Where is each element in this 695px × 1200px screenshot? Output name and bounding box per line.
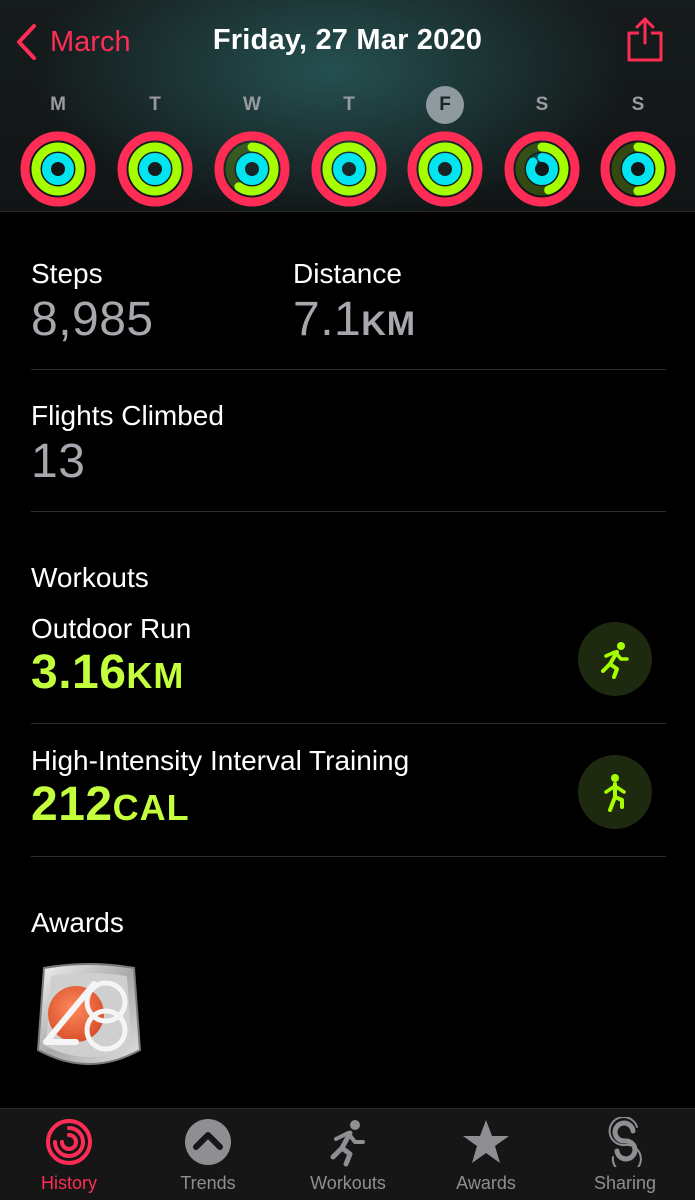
tab-label: Awards <box>456 1173 516 1193</box>
steps-stat: Steps 8,985 <box>31 258 154 347</box>
tab-sharing[interactable]: Sharing <box>570 1117 680 1194</box>
activity-rings-icon <box>600 131 676 207</box>
tab-label: Workouts <box>310 1173 386 1193</box>
share-icon[interactable] <box>625 16 665 62</box>
workout-item[interactable]: Outdoor Run 3.16KM <box>31 613 191 700</box>
day-3[interactable]: T <box>310 86 388 208</box>
activity-rings-icon <box>117 131 193 207</box>
activity-rings-icon <box>214 131 290 207</box>
divider <box>31 856 666 857</box>
stand-ring <box>429 153 461 185</box>
flights-stat: Flights Climbed 13 <box>31 400 224 489</box>
header: March Friday, 27 Mar 2020 MTWTFSS <box>0 0 695 212</box>
distance-number: 7.1 <box>293 293 362 346</box>
day-letter: S <box>535 94 549 115</box>
distance-value: 7.1KM <box>293 292 416 347</box>
day-5[interactable]: S <box>503 86 581 208</box>
workout-name: High-Intensity Interval Training <box>31 745 410 776</box>
page-title: Friday, 27 Mar 2020 <box>212 24 483 56</box>
week-selector: MTWTFSS <box>0 86 695 210</box>
workout-item[interactable]: High-Intensity Interval Training 212CAL <box>31 745 409 832</box>
sharing-icon <box>608 1117 642 1167</box>
stand-ring <box>139 153 171 185</box>
distance-label: Distance <box>293 258 402 289</box>
stand-ring <box>42 153 74 185</box>
day-6[interactable]: S <box>599 86 677 208</box>
workouts-icon <box>330 1120 365 1167</box>
day-letter: T <box>149 94 161 115</box>
activity-rings-icon <box>311 131 387 207</box>
trends-icon <box>185 1119 231 1165</box>
tab-label: History <box>40 1173 97 1193</box>
tab-trends[interactable]: Trends <box>153 1117 263 1194</box>
day-letter: M <box>50 94 66 115</box>
history-icon <box>46 1119 92 1165</box>
running-icon <box>578 622 652 696</box>
workout-unit: CAL <box>112 787 190 828</box>
day-letter: T <box>343 94 355 115</box>
workout-value: 212CAL <box>31 777 409 832</box>
tab-bar: History Trends Workouts Awards Sharing <box>0 1108 695 1200</box>
workout-number: 212 <box>31 778 113 831</box>
day-2[interactable]: W <box>213 86 291 208</box>
stand-ring <box>333 153 365 185</box>
activity-rings-icon <box>407 131 483 207</box>
divider <box>31 369 666 370</box>
awards-icon <box>463 1120 509 1163</box>
day-letter: W <box>243 94 261 115</box>
workout-number: 3.16 <box>31 646 127 699</box>
workouts-heading: Workouts <box>31 562 149 593</box>
divider <box>31 723 666 724</box>
flights-value: 13 <box>31 435 86 488</box>
anniversary-badge-icon[interactable] <box>36 962 142 1076</box>
day-letter: F <box>426 86 464 124</box>
stand-ring <box>236 153 268 185</box>
activity-rings-icon <box>20 131 96 207</box>
stand-ring <box>526 153 558 185</box>
workout-unit: KM <box>126 655 185 696</box>
tab-label: Sharing <box>593 1173 657 1193</box>
tab-history[interactable]: History <box>14 1117 124 1194</box>
workout-value: 3.16KM <box>31 645 191 700</box>
flights-label: Flights Climbed <box>31 400 224 431</box>
hiit-icon <box>578 755 652 829</box>
tab-awards[interactable]: Awards <box>431 1117 541 1194</box>
day-0[interactable]: M <box>19 86 97 208</box>
tab-label: Trends <box>180 1173 236 1193</box>
awards-heading: Awards <box>31 907 124 938</box>
tab-workouts[interactable]: Workouts <box>293 1117 403 1194</box>
distance-stat: Distance 7.1KM <box>293 258 416 347</box>
day-4[interactable]: F <box>406 86 484 208</box>
stand-ring <box>622 153 654 185</box>
day-letter: S <box>631 94 645 115</box>
distance-unit: KM <box>361 305 417 343</box>
workout-name: Outdoor Run <box>31 613 192 644</box>
day-1[interactable]: T <box>116 86 194 208</box>
divider <box>31 511 666 512</box>
steps-value: 8,985 <box>31 293 154 346</box>
activity-rings-icon <box>504 131 580 207</box>
steps-label: Steps <box>31 258 103 289</box>
